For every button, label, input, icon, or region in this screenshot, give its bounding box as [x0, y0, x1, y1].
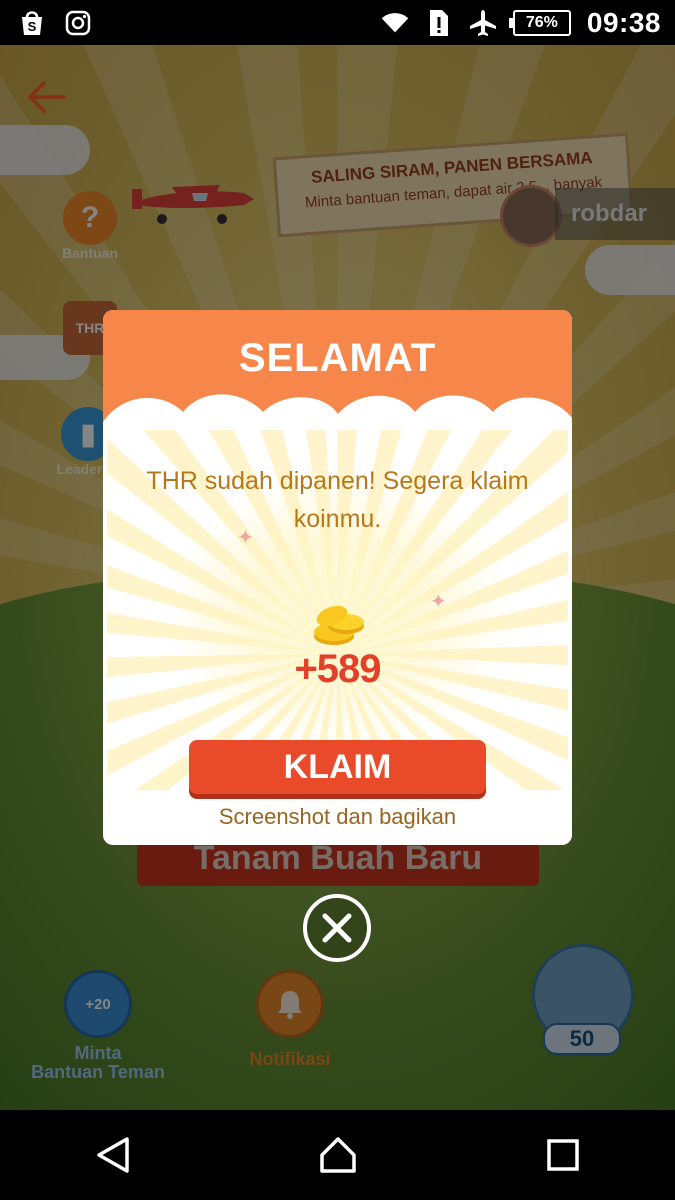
congrats-dialog: SELAMAT THR sudah dipanen! Segera klaim …: [103, 310, 572, 845]
sim-alert-icon: [425, 9, 453, 37]
svg-text:S: S: [28, 19, 37, 34]
coin-amount: +589: [294, 647, 381, 691]
claim-button-label: KLAIM: [283, 747, 392, 786]
battery-level: 76%: [525, 13, 558, 31]
close-icon[interactable]: [302, 893, 372, 963]
dialog-title: SELAMAT: [238, 336, 437, 380]
sparkle-icon: ✦: [237, 527, 254, 549]
status-bar: S 76% 09:38: [0, 0, 675, 45]
claim-button[interactable]: KLAIM: [189, 740, 486, 794]
recents-icon[interactable]: [533, 1125, 593, 1185]
airplane-icon: [469, 9, 497, 37]
dialog-message: THR sudah dipanen! Segera klaim koinmu.: [146, 467, 529, 533]
sparkle-icon: ✦: [430, 591, 447, 613]
battery-icon: 76%: [508, 9, 571, 36]
shopee-bag-icon: S: [18, 9, 46, 37]
instagram-icon: [64, 9, 92, 37]
navigation-bar: [0, 1110, 675, 1200]
coins-icon: [314, 605, 364, 645]
wifi-icon: [381, 9, 409, 37]
back-icon[interactable]: [83, 1125, 143, 1185]
screenshot-share-link[interactable]: Screenshot dan bagikan: [103, 804, 572, 830]
clock: 09:38: [586, 6, 661, 38]
home-icon[interactable]: [308, 1125, 368, 1185]
